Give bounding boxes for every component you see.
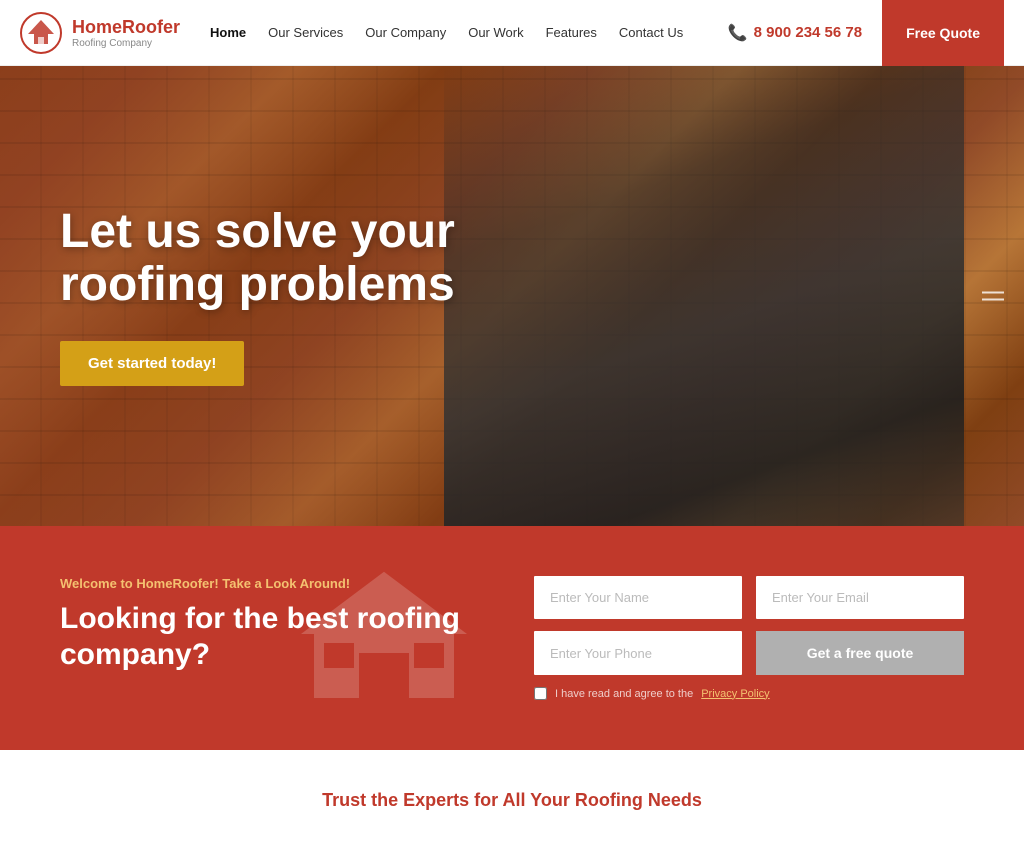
form-row-1 [534,576,964,619]
logo-title: HomeRoofer [72,17,180,38]
bottom-tagline: Trust the Experts for All Your Roofing N… [60,790,964,811]
name-input[interactable] [534,576,742,619]
phone-display: 📞 8 900 234 56 78 [708,23,882,43]
contact-form: Get a free quote I have read and agree t… [534,576,964,700]
phone-input[interactable] [534,631,742,675]
hero-person-overlay [444,66,964,526]
menu-line-2 [982,299,1004,301]
nav-features[interactable]: Features [546,25,597,40]
hero-cta-button[interactable]: Get started today! [60,341,244,386]
hero-content: Let us solve your roofing problems Get s… [0,206,520,387]
email-input[interactable] [756,576,964,619]
logo[interactable]: HomeRoofer Roofing Company [20,12,180,54]
nav-contact[interactable]: Contact Us [619,25,683,40]
nav-work[interactable]: Our Work [468,25,523,40]
privacy-link[interactable]: Privacy Policy [701,688,769,700]
checkbox-label: I have read and agree to the [555,688,693,700]
privacy-row: I have read and agree to the Privacy Pol… [534,687,964,700]
free-quote-button[interactable]: Free Quote [882,0,1004,66]
form-row-2: Get a free quote [534,631,964,675]
nav-services[interactable]: Our Services [268,25,343,40]
hero-menu-toggle[interactable] [982,292,1004,301]
phone-icon: 📞 [728,23,748,43]
bottom-section: Trust the Experts for All Your Roofing N… [0,750,1024,851]
phone-number: 8 900 234 56 78 [754,24,862,41]
get-quote-button[interactable]: Get a free quote [756,631,964,675]
header: HomeRoofer Roofing Company Home Our Serv… [0,0,1024,66]
nav-home[interactable]: Home [210,25,246,40]
nav-company[interactable]: Our Company [365,25,446,40]
section-left: Welcome to HomeRoofer! Take a Look Aroun… [60,576,474,673]
main-nav: Home Our Services Our Company Our Work F… [180,25,708,40]
menu-line-1 [982,292,1004,294]
house-watermark-icon [294,563,474,703]
logo-subtitle: Roofing Company [72,38,180,49]
contact-section: Welcome to HomeRoofer! Take a Look Aroun… [0,526,1024,750]
logo-icon [20,12,62,54]
hero-title: Let us solve your roofing problems [60,206,520,312]
hero-section: Let us solve your roofing problems Get s… [0,66,1024,526]
privacy-checkbox[interactable] [534,687,547,700]
